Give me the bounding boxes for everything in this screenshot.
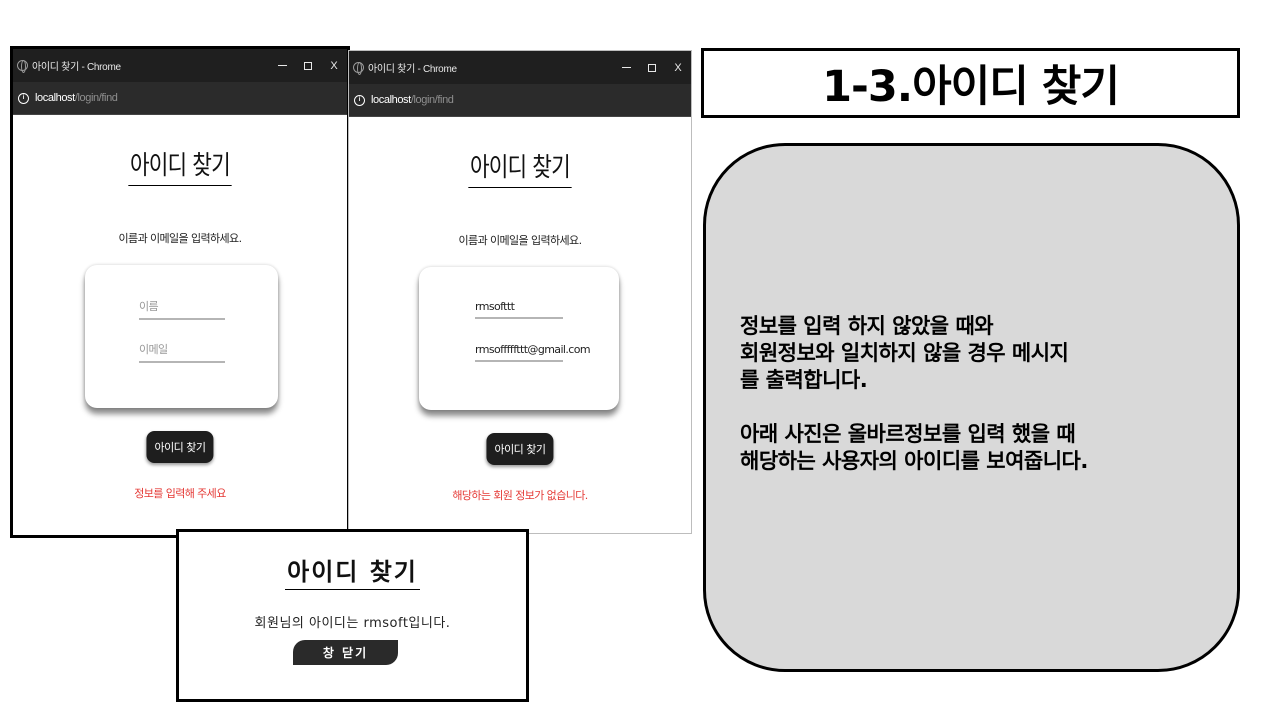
description-line: 해당하는 사용자의 아이디를 보여줍니다. — [740, 449, 1088, 473]
minimize-button[interactable] — [269, 49, 295, 82]
page-title: 아이디 찾기 — [349, 147, 691, 188]
window-title: 아이디 찾기 - Chrome — [368, 64, 457, 75]
slide-title: 1-3.아이디 찾기 — [701, 48, 1240, 118]
email-input[interactable]: 이메일 — [139, 341, 225, 363]
close-icon: X — [674, 61, 682, 74]
description-text: 정보를 입력 하지 않았을 때와 회원정보와 일치하지 않을 경우 메시지 를 … — [740, 313, 1223, 475]
input-card: 이름 이메일 — [85, 265, 278, 408]
address-bar[interactable]: i localhost/login/find — [349, 84, 691, 117]
find-id-button[interactable]: 아이디 찾기 — [146, 431, 214, 463]
close-icon: X — [330, 59, 338, 72]
globe-icon — [353, 62, 364, 75]
name-input[interactable]: rmsofttt — [475, 300, 563, 319]
maximize-button[interactable] — [295, 49, 321, 82]
close-button[interactable]: X — [665, 51, 691, 84]
description-line: 를 출력합니다. — [740, 368, 868, 392]
site-info-icon[interactable]: i — [18, 92, 29, 104]
page-content: 아이디 찾기 이름과 이메일을 입력하세요. rmsofttt rmsoffff… — [349, 117, 691, 533]
close-button[interactable]: X — [321, 49, 347, 82]
maximize-icon — [304, 61, 312, 70]
globe-icon — [17, 60, 28, 73]
minimize-icon — [621, 67, 631, 68]
minimize-icon — [277, 65, 287, 66]
result-title: 아이디 찾기 — [179, 552, 526, 590]
close-window-button[interactable]: 창 닫기 — [293, 640, 398, 665]
browser-window-no-match: 아이디 찾기 - Chrome X i localhost/login/find… — [348, 50, 692, 534]
result-popup: 아이디 찾기 회원님의 아이디는 rmsoft입니다. 창 닫기 — [176, 529, 529, 702]
result-message: 회원님의 아이디는 rmsoft입니다. — [254, 616, 451, 631]
instruction-text: 이름과 이메일을 입력하세요. — [458, 234, 583, 247]
window-title: 아이디 찾기 - Chrome — [32, 62, 121, 73]
page-content: 아이디 찾기 이름과 이메일을 입력하세요. 이름 이메일 아이디 찾기 정보를… — [13, 115, 347, 535]
input-card: rmsofttt rmsofffffttt@gmail.com — [419, 267, 619, 410]
maximize-icon — [648, 63, 656, 72]
description-line: 정보를 입력 하지 않았을 때와 — [740, 314, 994, 338]
minimize-button[interactable] — [613, 51, 639, 84]
error-message: 정보를 입력해 주세요 — [134, 487, 226, 500]
url-path: /login/find — [74, 92, 118, 104]
window-titlebar: 아이디 찾기 - Chrome X — [349, 51, 691, 84]
instruction-text: 이름과 이메일을 입력하세요. — [118, 232, 243, 245]
maximize-button[interactable] — [639, 51, 665, 84]
browser-window-empty-input: 아이디 찾기 - Chrome X i localhost/login/find… — [10, 46, 350, 538]
description-line: 회원정보와 일치하지 않을 경우 메시지 — [740, 341, 1069, 365]
name-input[interactable]: 이름 — [139, 298, 225, 320]
window-controls: X — [269, 49, 347, 82]
url-host: localhost — [35, 92, 75, 104]
error-message: 해당하는 회원 정보가 없습니다. — [452, 489, 588, 502]
window-titlebar: 아이디 찾기 - Chrome X — [13, 49, 347, 82]
description-box: 정보를 입력 하지 않았을 때와 회원정보와 일치하지 않을 경우 메시지 를 … — [703, 143, 1240, 672]
find-id-button[interactable]: 아이디 찾기 — [486, 433, 554, 465]
page-title: 아이디 찾기 — [13, 145, 347, 186]
email-input[interactable]: rmsofffffttt@gmail.com — [475, 343, 591, 362]
description-line: 아래 사진은 올바르정보를 입력 했을 때 — [740, 422, 1076, 446]
window-controls: X — [613, 51, 691, 84]
url-path: /login/find — [410, 94, 454, 106]
site-info-icon[interactable]: i — [354, 94, 365, 106]
address-bar[interactable]: i localhost/login/find — [13, 82, 347, 115]
url-host: localhost — [371, 94, 411, 106]
